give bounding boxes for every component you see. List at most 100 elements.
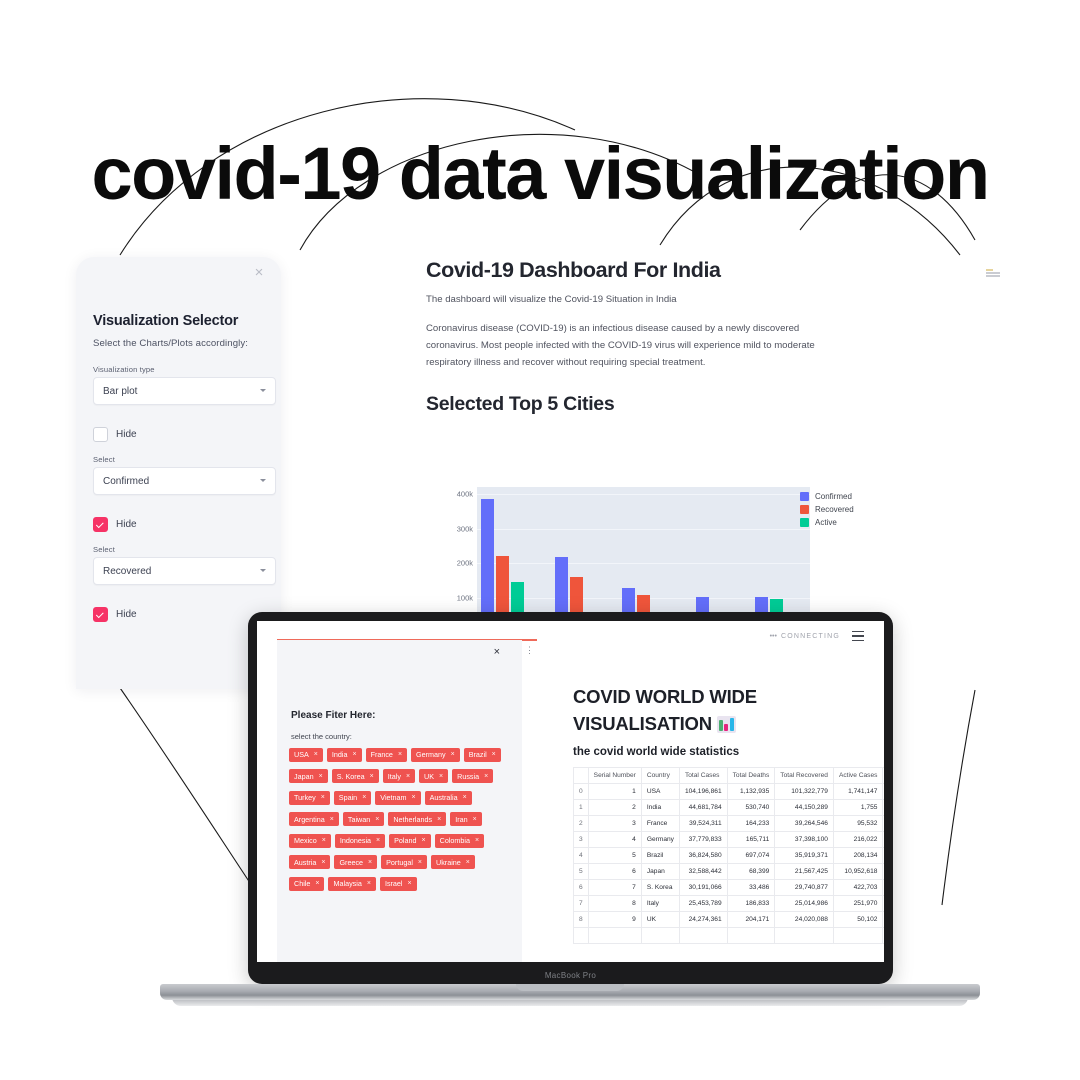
- remove-icon[interactable]: ×: [376, 837, 380, 844]
- confirmed-select[interactable]: Confirmed: [93, 467, 276, 495]
- remove-icon[interactable]: ×: [319, 773, 323, 780]
- hide-checkbox-row-1[interactable]: Hide: [93, 427, 137, 442]
- remove-icon[interactable]: ×: [451, 751, 455, 758]
- recovered-select[interactable]: Recovered: [93, 557, 276, 585]
- country-tag[interactable]: Turkey ×: [289, 790, 330, 805]
- remove-icon[interactable]: ×: [398, 751, 402, 758]
- country-tag[interactable]: Austria ×: [289, 855, 331, 869]
- close-icon[interactable]: ×: [494, 646, 500, 658]
- table-cell: 50,102: [832, 911, 884, 928]
- table-row: [573, 927, 884, 944]
- remove-icon[interactable]: ×: [437, 816, 441, 823]
- table-cell: 1,755: [832, 799, 884, 816]
- remove-icon[interactable]: ×: [321, 794, 325, 801]
- country-tag[interactable]: Vietnam ×: [375, 790, 421, 805]
- country-tag-label: Taiwan: [347, 814, 371, 824]
- table-column-header: Total Deaths: [726, 767, 776, 784]
- country-tag[interactable]: Argentina ×: [289, 812, 339, 826]
- remove-icon[interactable]: ×: [362, 794, 366, 801]
- table-cell: 33,486: [726, 879, 776, 896]
- select-value: Recovered: [103, 565, 152, 577]
- country-tag[interactable]: Spain ×: [333, 790, 372, 805]
- hide-checkbox-3[interactable]: [93, 607, 108, 622]
- remove-icon[interactable]: ×: [418, 859, 422, 866]
- remove-icon[interactable]: ×: [492, 751, 496, 758]
- remove-icon[interactable]: ×: [412, 794, 416, 801]
- country-tag[interactable]: Israel ×: [379, 876, 417, 891]
- hide-checkbox-1[interactable]: [93, 427, 108, 442]
- country-tag[interactable]: Portugal ×: [381, 855, 428, 869]
- table-cell: 4: [573, 847, 589, 864]
- table-cell: Italy: [640, 895, 680, 912]
- table-cell: 8: [573, 911, 589, 928]
- hide-checkbox-row-2[interactable]: Hide: [93, 517, 137, 532]
- country-tag[interactable]: Iran ×: [450, 812, 482, 826]
- remove-icon[interactable]: ×: [439, 773, 443, 780]
- country-tag[interactable]: Russia ×: [452, 769, 494, 783]
- screen-subtitle: the covid world wide statistics: [573, 746, 740, 758]
- remove-icon[interactable]: ×: [422, 837, 426, 844]
- country-tag[interactable]: Taiwan ×: [342, 812, 385, 826]
- country-tag[interactable]: Malaysia ×: [328, 876, 376, 891]
- country-tag[interactable]: Italy ×: [382, 769, 416, 783]
- remove-icon[interactable]: ×: [314, 751, 318, 758]
- remove-icon[interactable]: ×: [315, 880, 319, 887]
- dashboard-heading: Covid-19 Dashboard For India: [426, 258, 721, 282]
- country-tag[interactable]: Poland ×: [389, 833, 431, 848]
- remove-icon[interactable]: ×: [473, 816, 477, 823]
- country-tag[interactable]: Indonesia ×: [334, 833, 386, 848]
- remove-icon[interactable]: ×: [466, 859, 470, 866]
- hamburger-icon[interactable]: [852, 631, 864, 644]
- remove-icon[interactable]: ×: [463, 794, 467, 801]
- status-badge: ••• CONNECTING: [770, 633, 840, 640]
- remove-icon[interactable]: ×: [367, 880, 371, 887]
- table-cell: 1: [587, 783, 642, 800]
- country-tag[interactable]: Colombia ×: [434, 833, 485, 848]
- country-tag[interactable]: Netherlands ×: [388, 812, 447, 826]
- country-tag[interactable]: USA ×: [289, 747, 323, 762]
- remove-icon[interactable]: ×: [322, 837, 326, 844]
- kebab-menu-icon[interactable]: ⋮: [525, 645, 535, 656]
- legend-item[interactable]: Recovered: [800, 505, 854, 514]
- country-tag[interactable]: UK ×: [419, 769, 449, 783]
- table-column-header: [573, 767, 589, 784]
- table-cell: 4: [587, 831, 642, 848]
- remove-icon[interactable]: ×: [330, 816, 334, 823]
- remove-icon[interactable]: ×: [475, 837, 479, 844]
- country-tag-label: Iran: [455, 814, 468, 824]
- table-cell: [640, 927, 680, 944]
- country-tag[interactable]: Chile ×: [289, 876, 325, 891]
- country-tag[interactable]: Japan ×: [289, 769, 328, 783]
- close-icon[interactable]: ×: [251, 265, 267, 281]
- remove-icon[interactable]: ×: [352, 751, 356, 758]
- country-tag[interactable]: India ×: [326, 747, 362, 762]
- chart-y-tick: 100k: [456, 593, 473, 603]
- country-tag[interactable]: Mexico ×: [289, 833, 331, 848]
- country-tag[interactable]: Germany ×: [411, 747, 460, 762]
- legend-item[interactable]: Active: [800, 518, 854, 527]
- remove-icon[interactable]: ×: [321, 859, 325, 866]
- country-tag[interactable]: Greece ×: [334, 855, 378, 869]
- hide-checkbox-2[interactable]: [93, 517, 108, 532]
- country-tag[interactable]: Australia ×: [424, 790, 472, 805]
- country-tag[interactable]: Ukraine ×: [431, 855, 475, 869]
- table-cell: 251,970: [832, 895, 884, 912]
- remove-icon[interactable]: ×: [370, 773, 374, 780]
- remove-icon[interactable]: ×: [375, 816, 379, 823]
- visualization-type-select[interactable]: Bar plot: [93, 377, 276, 405]
- country-tag[interactable]: Brazil ×: [463, 747, 501, 762]
- hide-checkbox-row-3[interactable]: Hide: [93, 607, 137, 622]
- legend-item[interactable]: Confirmed: [800, 492, 854, 501]
- country-tag[interactable]: S. Korea ×: [331, 769, 379, 783]
- table-cell: 1: [573, 799, 589, 816]
- country-tag[interactable]: France ×: [365, 747, 408, 762]
- decorative-mark-icon: [986, 269, 1000, 277]
- remove-icon[interactable]: ×: [406, 773, 410, 780]
- table-cell: 44,681,784: [678, 799, 728, 816]
- country-tag-label: Japan: [294, 771, 314, 781]
- remove-icon[interactable]: ×: [484, 773, 488, 780]
- remove-icon[interactable]: ×: [408, 880, 412, 887]
- remove-icon[interactable]: ×: [368, 859, 372, 866]
- country-tag-label: Turkey: [294, 793, 316, 802]
- table-row: 2 3 France 39,524,311 164,233 39,264,546 95,53…: [573, 815, 884, 832]
